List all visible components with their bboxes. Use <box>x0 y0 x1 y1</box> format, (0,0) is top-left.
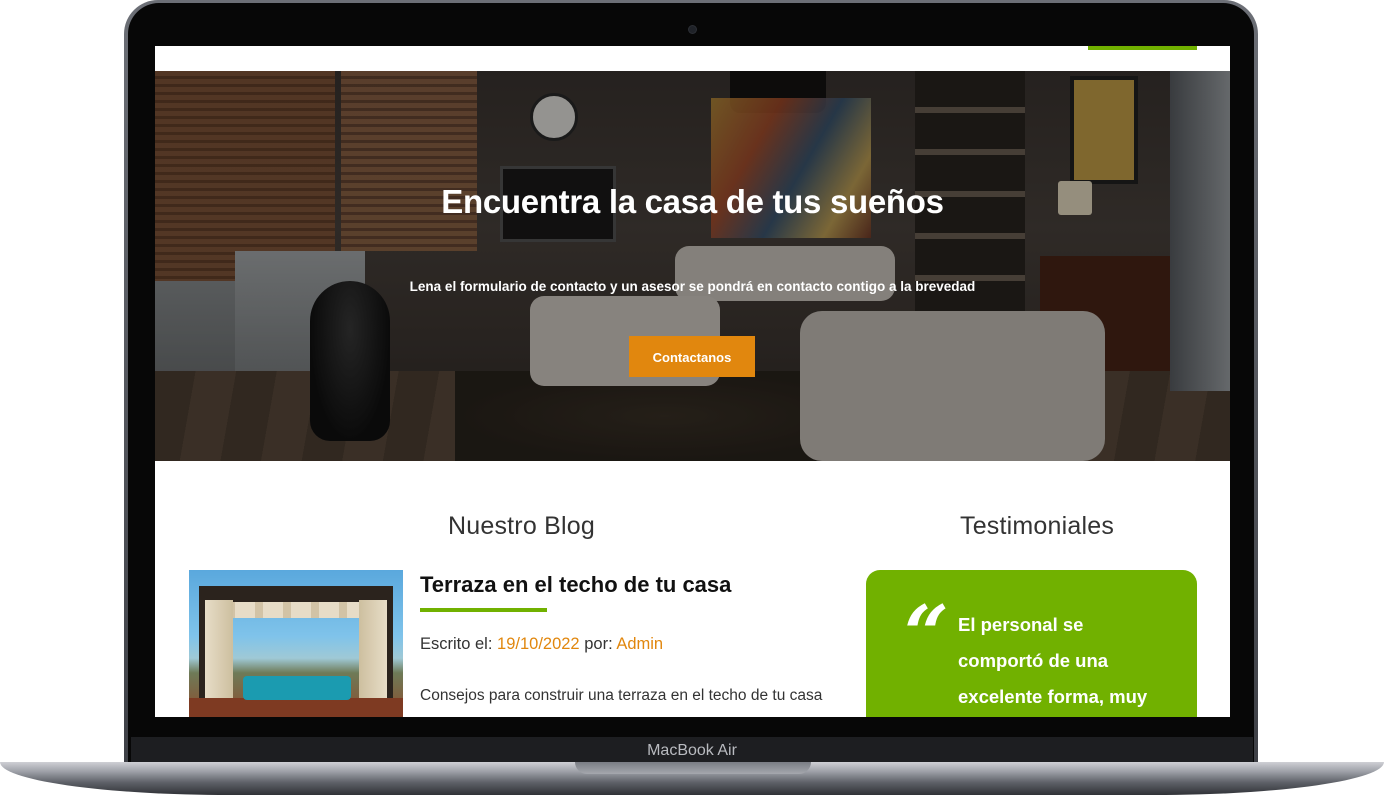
hero-banner: Encuentra la casa de tus sueños Lena el … <box>155 71 1230 461</box>
post-author-link[interactable]: Admin <box>616 635 663 653</box>
hero-subtitle: Lena el formulario de contacto y un ases… <box>409 279 976 294</box>
nav-active-indicator[interactable] <box>1088 46 1197 50</box>
by-label: por: <box>584 635 613 653</box>
blog-post-excerpt: Consejos para construir una terraza en e… <box>420 687 823 704</box>
terrace-deck <box>189 698 403 717</box>
browser-viewport: Encuentra la casa de tus sueños Lena el … <box>155 46 1230 717</box>
laptop-opening-notch <box>575 762 811 774</box>
title-underline <box>420 608 547 612</box>
testimonial-text: El personal se comportó de una excelente… <box>958 614 1148 707</box>
hero-dark-overlay <box>155 71 1230 461</box>
device-label: MacBook Air <box>647 742 737 759</box>
webcam-icon <box>689 26 696 33</box>
post-date: 19/10/2022 <box>497 635 580 653</box>
hero-title: Encuentra la casa de tus sueños <box>441 183 944 220</box>
top-nav-strip <box>155 46 1230 71</box>
testimonial-card: “ El personal se comportó de una excelen… <box>866 570 1197 717</box>
quote-icon: “ <box>904 589 949 680</box>
contact-button[interactable]: Contactanos <box>629 336 755 377</box>
blog-post-title[interactable]: Terraza en el techo de tu casa <box>420 572 731 598</box>
blog-post-meta: Escrito el: 19/10/2022 por: Admin <box>420 635 663 654</box>
blog-post-image[interactable] <box>189 570 403 717</box>
testimonials-section-title: Testimoniales <box>960 512 1115 540</box>
outdoor-sofa <box>243 676 351 700</box>
written-label: Escrito el: <box>420 635 493 653</box>
blog-section-title: Nuestro Blog <box>448 512 595 540</box>
